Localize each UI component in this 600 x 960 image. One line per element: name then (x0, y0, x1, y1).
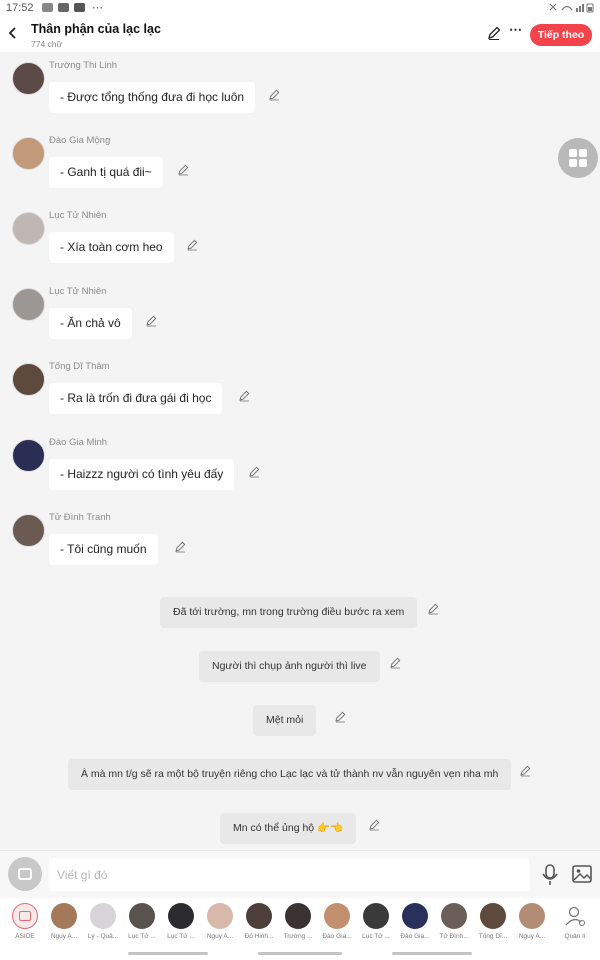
character-name: Trường ... (283, 933, 313, 940)
character-name: Nguy A... (518, 933, 546, 940)
sender-name: Đào Gia Mộng (49, 135, 111, 146)
narration-bubble[interactable]: Mệt mỏi (253, 705, 317, 736)
avatar (402, 903, 428, 929)
sender-name: Tống Dĩ Thâm (49, 361, 110, 372)
avatar[interactable] (12, 137, 45, 170)
edit-pencil-icon[interactable] (368, 818, 381, 831)
character-name: Lục Tử ... (167, 933, 195, 940)
character-name: ASIDE (15, 933, 35, 940)
character-name: Đỗ Hinh... (244, 933, 274, 940)
edit-pencil-icon[interactable] (248, 465, 261, 478)
avatar (90, 903, 116, 929)
status-time: 17:52 (6, 2, 34, 14)
avatar (363, 903, 389, 929)
edit-pencil-icon[interactable] (334, 710, 347, 723)
edit-pencil-icon[interactable] (519, 764, 532, 777)
edit-pencil-icon[interactable] (389, 656, 402, 669)
message-input[interactable] (49, 858, 529, 891)
character-message[interactable]: Lục Tử Nhiên - Xía toàn cơm heo (0, 210, 600, 272)
avatar[interactable] (12, 439, 45, 472)
sender-name: Lục Tử Nhiên (49, 210, 107, 221)
character-name: Nguy A... (50, 933, 78, 940)
avatar[interactable] (12, 62, 45, 95)
system-status-icons (548, 2, 594, 16)
word-count: 774 chữ (31, 39, 63, 49)
avatar[interactable] (12, 514, 45, 547)
edit-pencil-icon[interactable] (486, 25, 502, 41)
avatar (324, 903, 350, 929)
avatar[interactable] (12, 288, 45, 321)
message-bubble[interactable]: - Haizzz người có tình yêu đấy (49, 459, 235, 490)
image-upload-icon[interactable] (572, 865, 592, 883)
narration-bubble[interactable]: Người thì chụp ảnh người thì live (199, 651, 380, 682)
message-bubble[interactable]: - Được tổng thống đưa đi học luôn (49, 82, 256, 113)
message-bubble[interactable]: - Ăn chả vô (49, 308, 132, 339)
manage-user-icon (562, 903, 588, 929)
chapter-header: Thân phận của lạc lạc 774 chữ ⋯ Tiếp the… (0, 16, 600, 52)
character-message[interactable]: Lục Tử Nhiên - Ăn chả vô (0, 286, 600, 348)
avatar (519, 903, 545, 929)
sender-name: Đào Gia Minh (49, 437, 108, 448)
sender-name: Trường Thi Linh (49, 60, 118, 71)
nav-indicator (128, 952, 208, 955)
edit-pencil-icon[interactable] (427, 602, 440, 615)
avatar (168, 903, 194, 929)
character-selector: ASIDE Nguy A... Lý - Quả... Lục Tử ... L… (0, 898, 600, 948)
character-message[interactable]: Tử Đình Tranh - Tôi cũng muốn (0, 512, 600, 574)
narration-bubble[interactable]: À mà mn t/g sẽ ra một bộ truyện riêng ch… (68, 759, 512, 790)
narration-bubble[interactable]: Đã tới trường, mn trong trường điều bước… (160, 597, 418, 628)
sender-name: Tử Đình Tranh (49, 512, 111, 523)
edit-pencil-icon[interactable] (186, 238, 199, 251)
character-name: Nguy A... (206, 933, 234, 940)
edit-pencil-icon[interactable] (145, 314, 158, 327)
message-bubble[interactable]: - Tôi cũng muốn (49, 534, 158, 565)
character-name: Lục Tử ... (362, 933, 390, 940)
character-name: Lục Tử ... (128, 933, 156, 940)
narration-bubble[interactable]: Mn có thể ủng hộ 👉👈 (220, 813, 357, 844)
message-bubble[interactable]: - Ganh tị quá đii~ (49, 157, 163, 188)
next-button[interactable]: Tiếp theo (530, 24, 592, 46)
more-options-icon[interactable]: ⋯ (509, 22, 523, 38)
avatar (480, 903, 506, 929)
edit-pencil-icon[interactable] (268, 88, 281, 101)
character-message[interactable]: Đào Gia Minh - Haizzz người có tình yêu … (0, 437, 600, 499)
microphone-icon[interactable] (541, 864, 559, 886)
character-message[interactable]: Trường Thi Linh - Được tổng thống đưa đi… (0, 60, 600, 122)
aside-toggle-button[interactable] (8, 857, 42, 891)
system-nav-bar (0, 948, 600, 960)
sender-name: Lục Tử Nhiên (49, 286, 107, 297)
avatar (51, 903, 77, 929)
signal-battery-icon (549, 3, 594, 13)
youtube-notification-icon (58, 3, 69, 12)
status-bar: 17:52 ⋯ (0, 0, 600, 16)
chapter-title: Thân phận của lạc lạc (31, 22, 161, 36)
avatar[interactable] (12, 212, 45, 245)
more-notifications-icon: ⋯ (92, 2, 103, 14)
nav-indicator (258, 952, 342, 955)
avatar[interactable] (12, 363, 45, 396)
character-name: Đào Gia... (322, 933, 352, 940)
avatar (246, 903, 272, 929)
avatar (285, 903, 311, 929)
back-arrow-icon[interactable] (4, 22, 22, 44)
character-message[interactable]: Đào Gia Mộng - Ganh tị quá đii~ (0, 135, 600, 197)
edit-pencil-icon[interactable] (238, 389, 251, 402)
character-message[interactable]: Tống Dĩ Thâm - Ra là trốn đi đưa gái đi … (0, 361, 600, 423)
message-composer (0, 850, 600, 898)
message-bubble[interactable]: - Ra là trốn đi đưa gái đi học (49, 383, 223, 414)
character-name: Quản lí (564, 933, 586, 940)
edit-pencil-icon[interactable] (174, 540, 187, 553)
gallery-notification-icon (42, 3, 53, 12)
nav-indicator (392, 952, 472, 955)
character-name: Đào Gia... (400, 933, 430, 940)
character-name: Tử Đình... (439, 933, 469, 940)
character-name: Tống Dĩ... (478, 933, 508, 940)
app-notification-icon (74, 3, 85, 12)
message-bubble[interactable]: - Xía toàn cơm heo (49, 232, 174, 263)
avatar (207, 903, 233, 929)
avatar (441, 903, 467, 929)
avatar (129, 903, 155, 929)
edit-pencil-icon[interactable] (177, 163, 190, 176)
character-name: Lý - Quả... (87, 933, 119, 940)
